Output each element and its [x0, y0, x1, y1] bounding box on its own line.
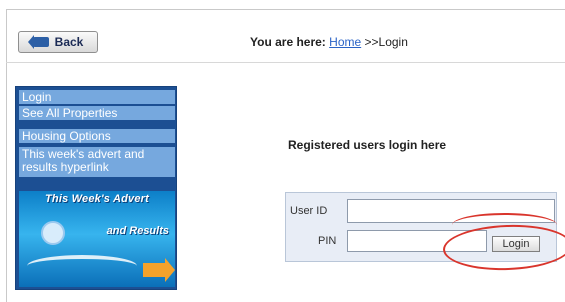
sidebar-item-label: Login	[22, 90, 52, 104]
sidebar-item-label: See All Properties	[22, 106, 118, 120]
login-heading: Registered users login here	[288, 138, 447, 152]
user-id-label: User ID	[290, 205, 328, 217]
back-button-label: Back	[54, 35, 84, 49]
sidebar-item-label: Housing Options	[22, 129, 111, 143]
sidebar: Login See All Properties Housing Options…	[15, 86, 177, 290]
banner-title: This Week's Advert	[44, 193, 150, 205]
back-arrow-icon	[27, 35, 49, 49]
sidebar-item-label: This week's advert and results hyperlink	[22, 147, 145, 174]
advert-results-banner[interactable]: This Week's Advert and Results	[19, 191, 175, 287]
swoosh-graphic	[27, 255, 137, 277]
sidebar-item-see-all-properties[interactable]: See All Properties	[19, 106, 175, 121]
banner-subtitle: and Results	[106, 225, 169, 237]
sidebar-item-housing-options[interactable]: Housing Options	[19, 129, 175, 144]
sidebar-item-advert-results[interactable]: This week's advert and results hyperlink	[19, 147, 175, 178]
globe-icon	[41, 221, 65, 245]
breadcrumb-home-link[interactable]: Home	[329, 35, 361, 49]
arrow-right-icon	[143, 258, 175, 282]
sidebar-item-login[interactable]: Login	[19, 90, 175, 105]
breadcrumb-prefix: You are here:	[250, 35, 326, 49]
pin-label: PIN	[318, 235, 337, 247]
back-button[interactable]: Back	[18, 31, 98, 53]
breadcrumb: You are here: Home >>Login	[250, 35, 408, 49]
breadcrumb-current: >>Login	[364, 35, 408, 49]
